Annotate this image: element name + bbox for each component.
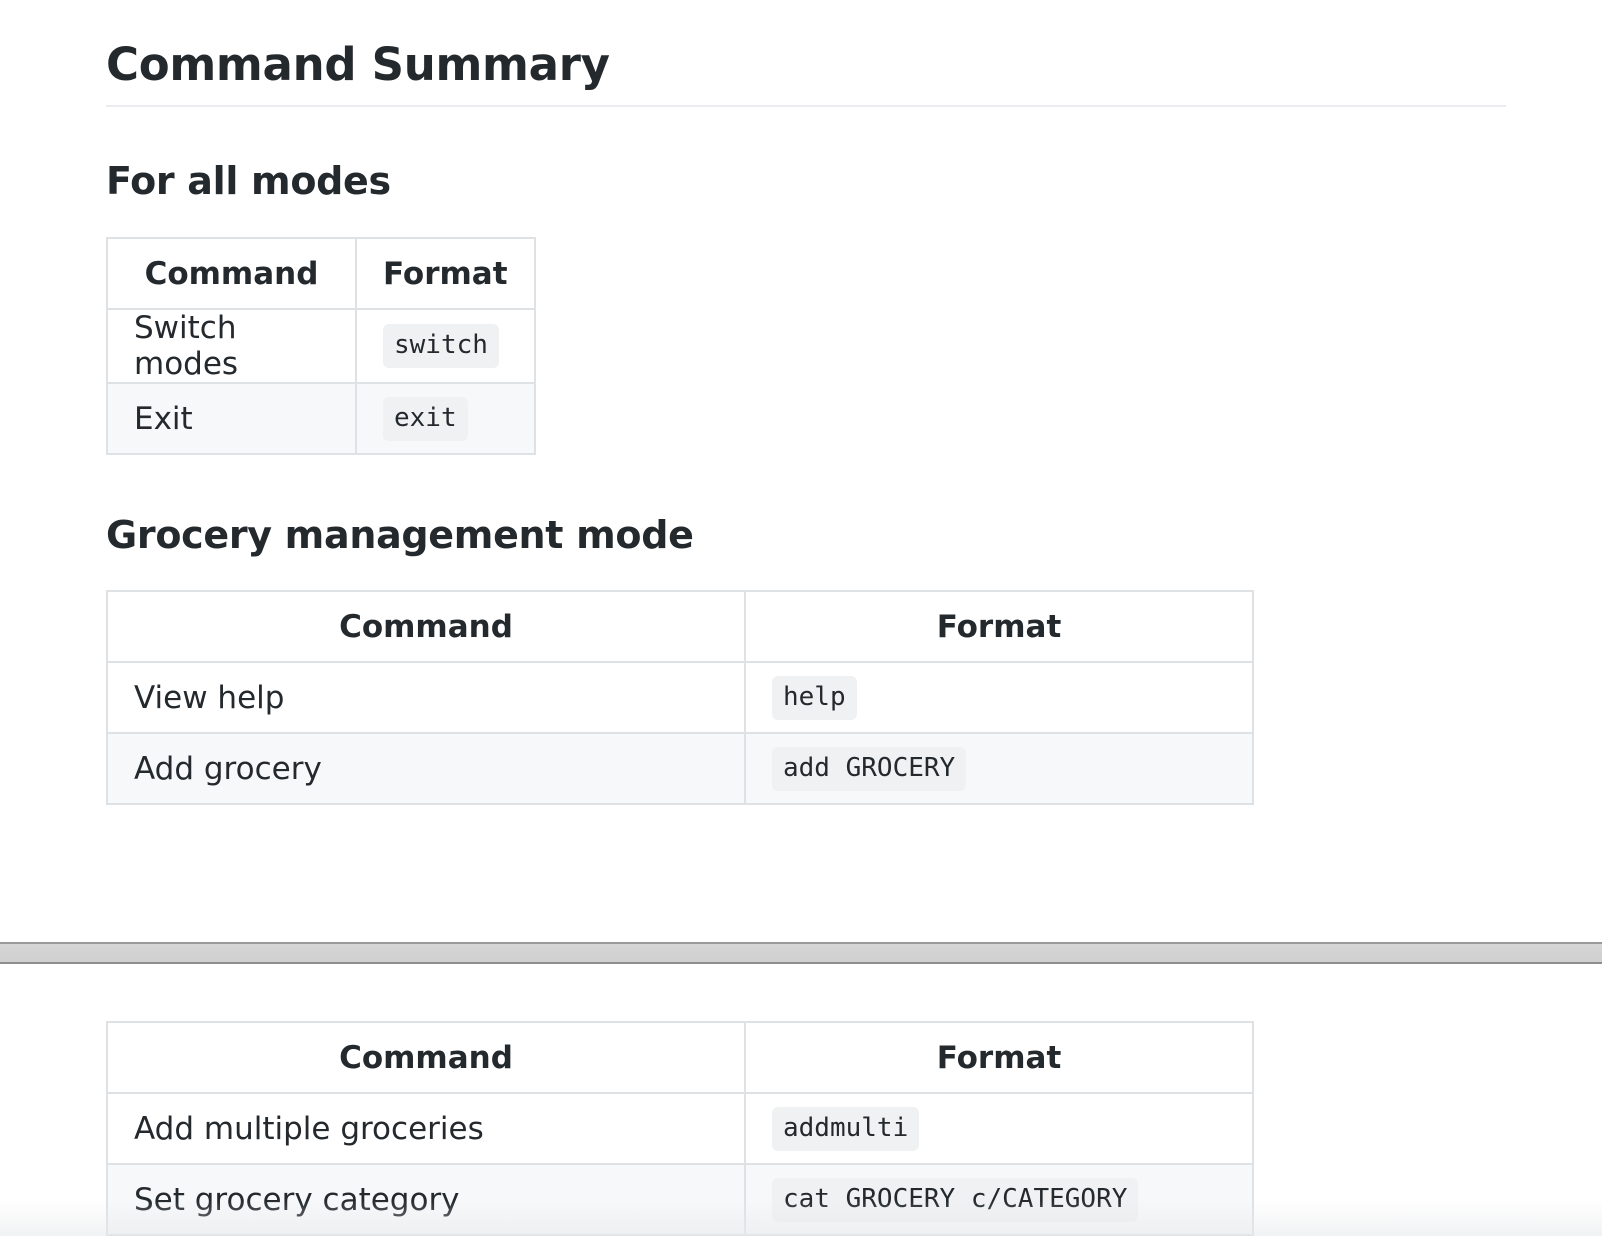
table-row: Add grocery add GROCERY	[106, 732, 1254, 805]
page-break-divider	[0, 942, 1602, 964]
command-cell: Add multiple groceries	[106, 1092, 746, 1165]
table-header-command: Command	[106, 237, 357, 310]
format-cell: help	[744, 661, 1254, 734]
page-title: Command Summary	[106, 38, 610, 91]
table-all-modes: Command Format Switch modes switch Exit …	[106, 237, 536, 455]
table-header-command: Command	[106, 1021, 746, 1094]
format-cell: exit	[355, 382, 536, 455]
format-cell: cat GROCERY c/CATEGORY	[744, 1163, 1254, 1236]
table-row: View help help	[106, 661, 1254, 734]
format-code: add GROCERY	[772, 746, 967, 791]
command-cell: Exit	[106, 382, 357, 455]
table-row: Add multiple groceries addmulti	[106, 1092, 1254, 1165]
command-cell: View help	[106, 661, 746, 734]
table-header-format: Format	[355, 237, 536, 310]
table-header-command: Command	[106, 590, 746, 663]
format-cell: switch	[355, 308, 536, 384]
format-code: addmulti	[772, 1106, 920, 1151]
format-code: help	[772, 675, 857, 720]
table-row: Switch modes switch	[106, 308, 536, 384]
command-cell: Switch modes	[106, 308, 357, 384]
table-row: Exit exit	[106, 382, 536, 455]
table-row: Set grocery category cat GROCERY c/CATEG…	[106, 1163, 1254, 1236]
command-cell: Add grocery	[106, 732, 746, 805]
format-code: cat GROCERY c/CATEGORY	[772, 1177, 1139, 1222]
document-page: Command Summary For all modes Command Fo…	[0, 0, 1602, 1236]
section-heading-grocery-mode: Grocery management mode	[106, 513, 694, 557]
format-code: exit	[383, 396, 468, 441]
title-divider	[106, 105, 1506, 107]
table-header-format: Format	[744, 590, 1254, 663]
format-code: switch	[383, 324, 499, 368]
table-header-format: Format	[744, 1021, 1254, 1094]
table-grocery-mode-continued: Command Format Add multiple groceries ad…	[106, 1021, 1254, 1236]
table-grocery-mode: Command Format View help help Add grocer…	[106, 590, 1254, 805]
command-cell: Set grocery category	[106, 1163, 746, 1236]
section-heading-all-modes: For all modes	[106, 159, 391, 203]
format-cell: addmulti	[744, 1092, 1254, 1165]
format-cell: add GROCERY	[744, 732, 1254, 805]
